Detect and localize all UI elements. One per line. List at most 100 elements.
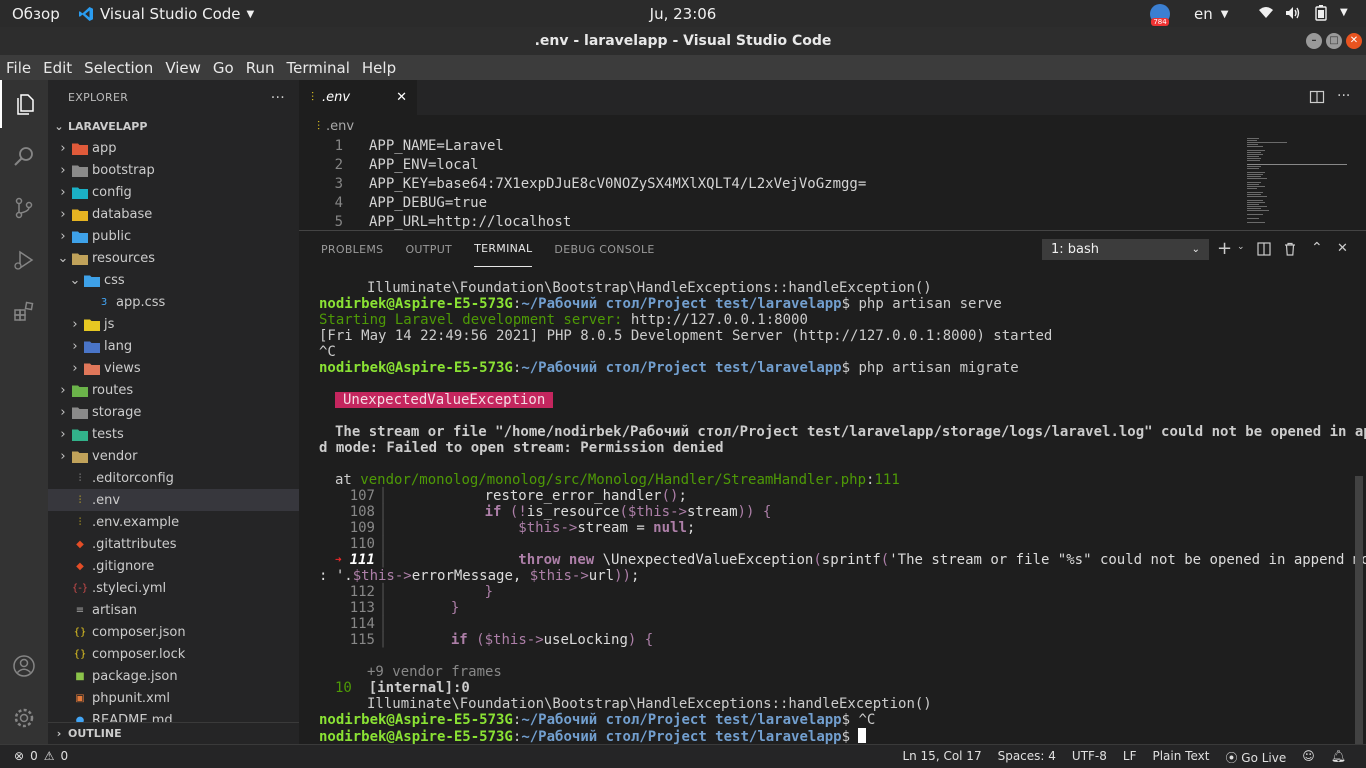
- cursor-position[interactable]: Ln 15, Col 17: [902, 749, 981, 766]
- notification-icon[interactable]: 784: [1150, 4, 1170, 26]
- source-line-number: 112: [349, 584, 375, 600]
- minimize-window-button[interactable]: –: [1306, 33, 1322, 49]
- tree-item[interactable]: ⫶ .env.example: [48, 511, 299, 533]
- tree-item[interactable]: › tests: [48, 423, 299, 445]
- breadcrumb-file[interactable]: .env: [326, 119, 354, 134]
- encoding[interactable]: UTF-8: [1072, 749, 1107, 766]
- app-menu[interactable]: Visual Studio Code ▼: [78, 5, 254, 23]
- terminal-line: ^C: [319, 344, 336, 360]
- menu-file[interactable]: File: [0, 55, 37, 80]
- tree-item[interactable]: ⫶ .env: [48, 489, 299, 511]
- tree-item[interactable]: 3 app.css: [48, 291, 299, 313]
- chevron-right-icon: ›: [60, 404, 66, 420]
- files-icon: [17, 94, 34, 115]
- tab-output[interactable]: OUTPUT: [405, 231, 452, 267]
- maximize-panel-icon[interactable]: ⌃: [1311, 240, 1323, 256]
- tree-item[interactable]: ▣ phpunit.xml: [48, 687, 299, 709]
- close-window-button[interactable]: ✕: [1346, 33, 1362, 49]
- run-debug-activity[interactable]: [0, 236, 48, 284]
- folder-icon: [72, 229, 88, 243]
- menu-terminal[interactable]: Terminal: [281, 55, 356, 80]
- terminal-output[interactable]: Illuminate\Foundation\Bootstrap\HandleEx…: [319, 280, 1366, 745]
- terminal-scrollbar[interactable]: [1355, 476, 1363, 746]
- menu-view[interactable]: View: [159, 55, 207, 80]
- menu-edit[interactable]: Edit: [37, 55, 78, 80]
- tree-item-label: composer.json: [92, 624, 186, 640]
- tree-item[interactable]: ⌄ resources: [48, 247, 299, 269]
- feedback-icon[interactable]: ☺: [1302, 749, 1315, 766]
- split-terminal-icon[interactable]: [1257, 242, 1271, 259]
- accounts-activity[interactable]: [0, 642, 48, 690]
- system-menu-chevron-icon[interactable]: ▼: [1340, 7, 1348, 18]
- extensions-activity[interactable]: [0, 288, 48, 336]
- tree-item[interactable]: › vendor: [48, 445, 299, 467]
- menu-go[interactable]: Go: [207, 55, 240, 80]
- chevron-down-icon[interactable]: ⌄: [1237, 242, 1245, 252]
- more-actions-icon[interactable]: ···: [1337, 88, 1350, 104]
- source-code: : '.$this->errorMessage, $this->url));: [319, 568, 640, 584]
- end-of-line[interactable]: LF: [1123, 749, 1137, 766]
- chevron-right-icon: ›: [72, 360, 78, 376]
- code-line[interactable]: APP_ENV=local: [369, 156, 479, 175]
- maximize-window-button[interactable]: □: [1326, 33, 1342, 49]
- notifications-bell-icon[interactable]: 🔔︎: [1331, 749, 1346, 766]
- code-line[interactable]: APP_KEY=base64:7X1expDJuE8cV0NOZySX4MXlX…: [369, 175, 866, 194]
- new-terminal-icon[interactable]: +: [1217, 238, 1232, 259]
- tree-item[interactable]: {} composer.lock: [48, 643, 299, 665]
- tree-item-label: app: [92, 140, 117, 156]
- wifi-icon[interactable]: [1258, 5, 1274, 23]
- tree-item[interactable]: › storage: [48, 401, 299, 423]
- code-line[interactable]: APP_NAME=Laravel: [369, 137, 504, 156]
- tab-env[interactable]: ⫶ .env ✕: [299, 80, 417, 115]
- tree-item[interactable]: ◆ .gitignore: [48, 555, 299, 577]
- explorer-activity[interactable]: [0, 80, 48, 128]
- tab-problems[interactable]: PROBLEMS: [321, 231, 383, 267]
- tree-item[interactable]: ≡ artisan: [48, 599, 299, 621]
- tree-item[interactable]: › js: [48, 313, 299, 335]
- terminal-line: Illuminate\Foundation\Bootstrap\HandleEx…: [367, 280, 932, 296]
- tree-item[interactable]: ■ package.json: [48, 665, 299, 687]
- tree-item[interactable]: › app: [48, 137, 299, 159]
- tree-item[interactable]: {-} .styleci.yml: [48, 577, 299, 599]
- tab-debug-console[interactable]: DEBUG CONSOLE: [554, 231, 654, 267]
- trash-icon[interactable]: [1283, 242, 1297, 259]
- more-actions-icon[interactable]: ···: [271, 90, 285, 106]
- source-control-activity[interactable]: [0, 184, 48, 232]
- tree-item[interactable]: › database: [48, 203, 299, 225]
- problems-indicator[interactable]: ⊗ 0 ⚠ 0: [14, 749, 68, 763]
- manage-activity[interactable]: [0, 694, 48, 742]
- tree-item[interactable]: ⌄ css: [48, 269, 299, 291]
- chevron-down-icon: ⌄: [54, 119, 64, 133]
- indentation[interactable]: Spaces: 4: [998, 749, 1056, 766]
- search-activity[interactable]: [0, 132, 48, 180]
- language-indicator[interactable]: en ▼: [1194, 5, 1228, 23]
- tree-item[interactable]: › public: [48, 225, 299, 247]
- tree-item[interactable]: › bootstrap: [48, 159, 299, 181]
- tree-item[interactable]: › views: [48, 357, 299, 379]
- close-icon[interactable]: ✕: [396, 90, 407, 105]
- menu-help[interactable]: Help: [356, 55, 402, 80]
- close-icon[interactable]: ✕: [1337, 241, 1348, 256]
- minimap[interactable]: [1247, 138, 1347, 228]
- go-live-button[interactable]: ⦿ Go Live: [1225, 749, 1286, 766]
- tree-item[interactable]: ⫶ .editorconfig: [48, 467, 299, 489]
- tree-item[interactable]: › config: [48, 181, 299, 203]
- battery-icon[interactable]: [1315, 5, 1327, 25]
- tree-item[interactable]: › lang: [48, 335, 299, 357]
- tree-item[interactable]: {} composer.json: [48, 621, 299, 643]
- outline-section[interactable]: › OUTLINE: [48, 722, 299, 744]
- code-line[interactable]: APP_DEBUG=true: [369, 194, 487, 213]
- volume-icon[interactable]: [1285, 6, 1301, 24]
- tab-terminal[interactable]: TERMINAL: [474, 231, 533, 267]
- menu-selection[interactable]: Selection: [78, 55, 159, 80]
- project-root[interactable]: ⌄ LARAVELAPP: [48, 115, 299, 137]
- language-mode[interactable]: Plain Text: [1152, 749, 1209, 766]
- tree-item[interactable]: ◆ .gitattributes: [48, 533, 299, 555]
- menu-run[interactable]: Run: [240, 55, 281, 80]
- split-editor-icon[interactable]: [1309, 89, 1325, 109]
- activities-button[interactable]: Обзор: [12, 5, 60, 23]
- terminal-select[interactable]: 1: bash ⌄: [1042, 239, 1209, 260]
- tree-item[interactable]: › routes: [48, 379, 299, 401]
